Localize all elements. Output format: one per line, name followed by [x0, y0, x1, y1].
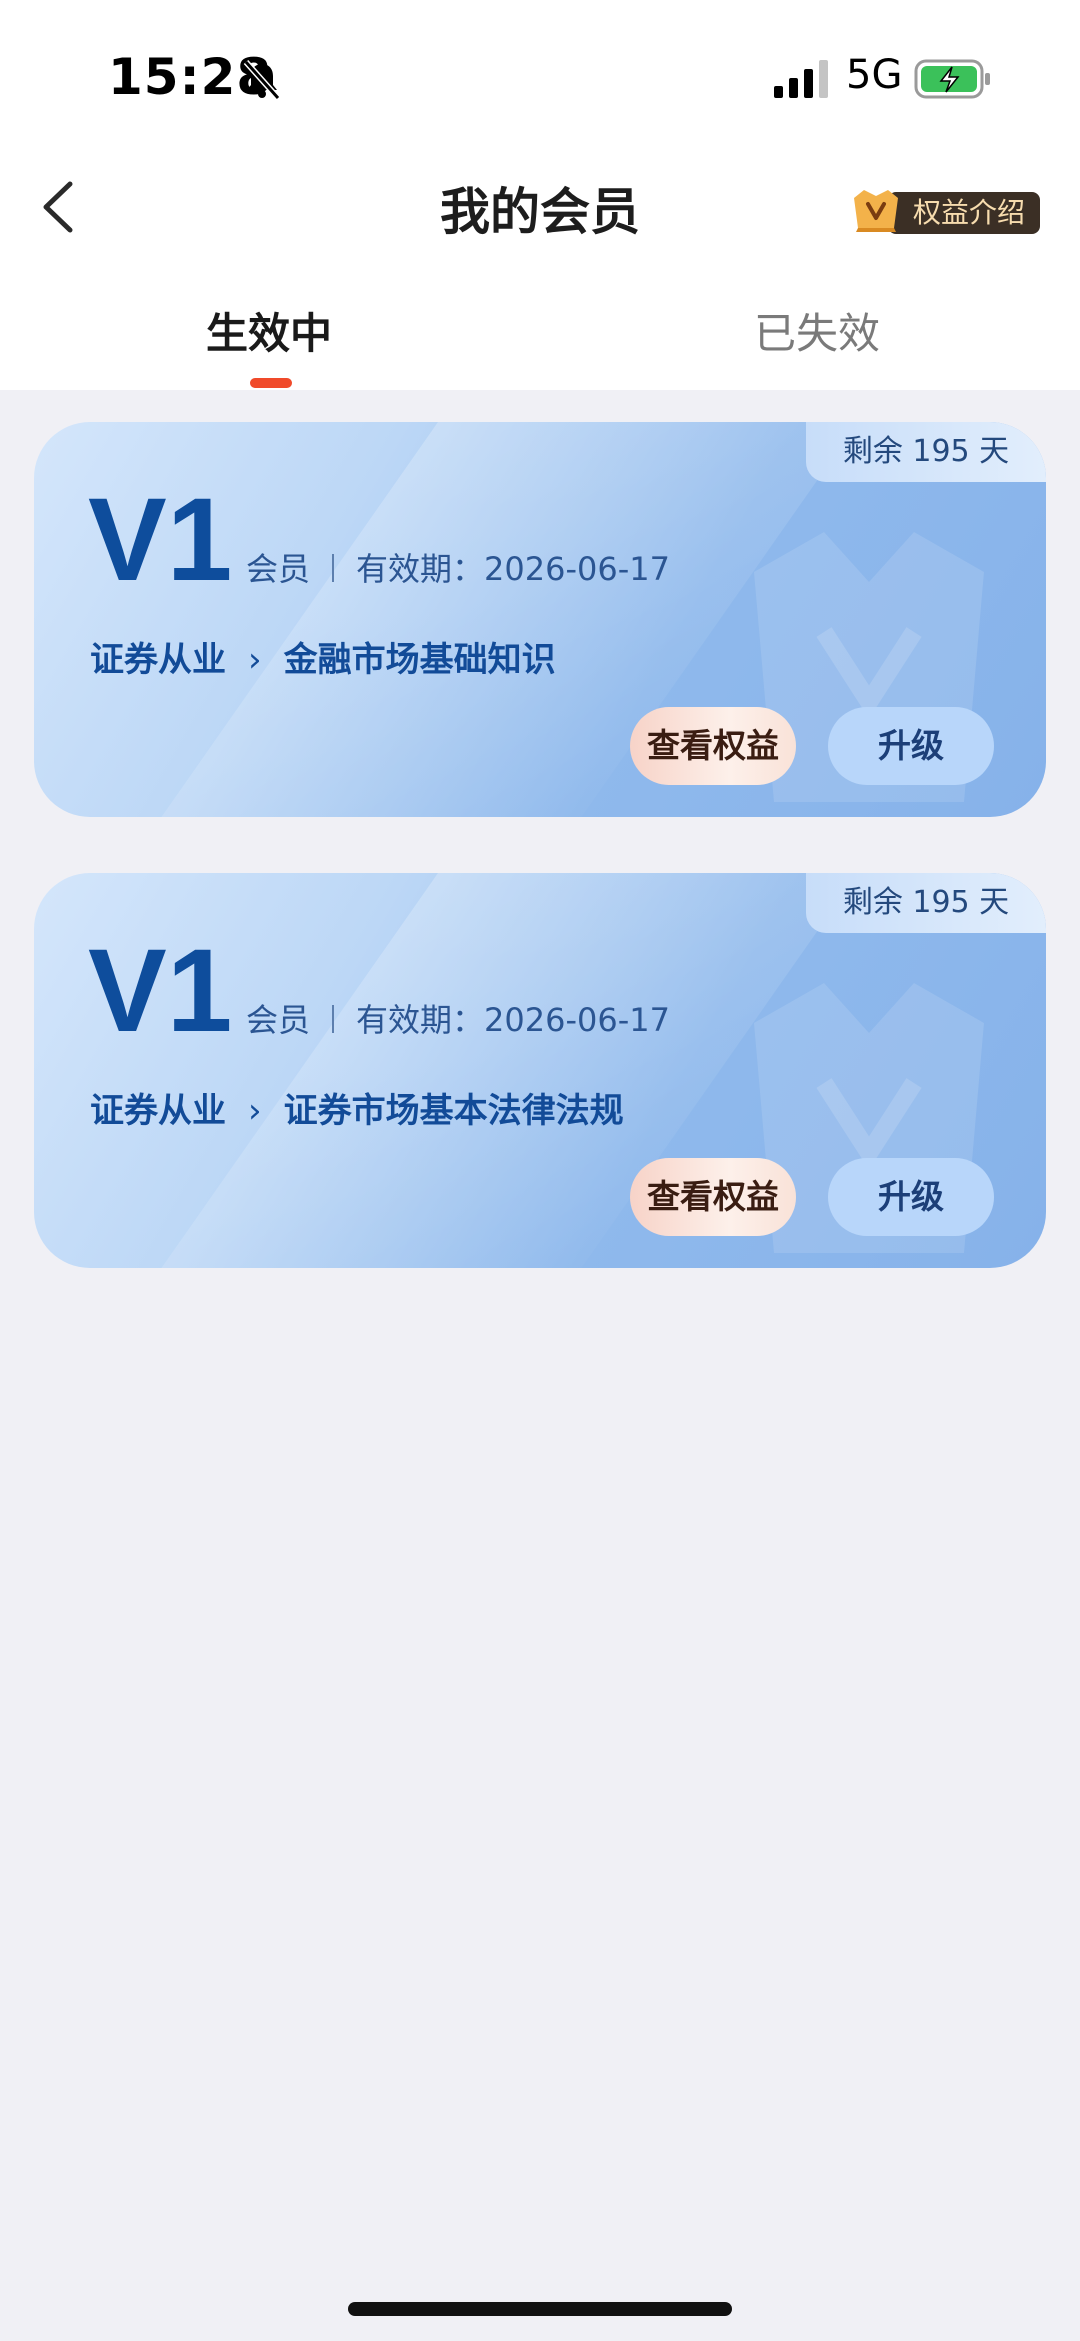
crown-icon	[854, 190, 898, 232]
course-subject: 证券市场基本法律法规	[283, 1091, 624, 1131]
course-category: 证券从业	[90, 1091, 226, 1131]
member-level: V1	[88, 925, 233, 1057]
membership-card: 剩余 195 天 V1 会员 有效期：2026-06-17 证券从业 › 金融市场基础…	[34, 422, 1046, 817]
remaining-days-badge: 剩余 195 天	[806, 422, 1046, 482]
course-category: 证券从业	[90, 640, 226, 680]
membership-card: 剩余 195 天 V1 会员 有效期：2026-06-17 证券从业 › 证券市场基本…	[34, 873, 1046, 1268]
validity-date: 有效期：2026-06-17	[356, 550, 670, 588]
upgrade-button[interactable]: 升级	[828, 1158, 994, 1236]
course-subject: 金融市场基础知识	[283, 640, 556, 680]
view-rights-button[interactable]: 查看权益	[630, 1158, 796, 1236]
chevron-right-icon: ›	[248, 1091, 262, 1131]
tab-active[interactable]: 生效中	[206, 300, 332, 361]
network-label: 5G	[846, 52, 903, 98]
tab-expired[interactable]: 已失效	[754, 300, 880, 361]
remaining-days-badge: 剩余 195 天	[806, 873, 1046, 933]
signal-icon	[774, 60, 828, 98]
status-bar: 15:28 5G	[0, 0, 1080, 150]
view-rights-button[interactable]: 查看权益	[630, 707, 796, 785]
benefits-intro-label: 权益介绍	[888, 192, 1040, 234]
member-level: V1	[88, 474, 233, 606]
course-path: 证券从业 › 金融市场基础知识	[90, 632, 556, 681]
chevron-right-icon: ›	[248, 640, 262, 680]
battery-charging-icon	[914, 59, 990, 99]
home-indicator	[348, 2302, 732, 2316]
benefits-intro-button[interactable]: 权益介绍	[848, 184, 1040, 236]
member-meta: 会员 有效期：2026-06-17	[246, 544, 670, 590]
member-type: 会员	[246, 550, 311, 588]
divider	[332, 1005, 335, 1033]
upgrade-button[interactable]: 升级	[828, 707, 994, 785]
tab-indicator	[250, 378, 292, 388]
member-type: 会员	[246, 1001, 311, 1039]
divider	[332, 554, 335, 582]
member-meta: 会员 有效期：2026-06-17	[246, 995, 670, 1041]
validity-date: 有效期：2026-06-17	[356, 1001, 670, 1039]
course-path: 证券从业 › 证券市场基本法律法规	[90, 1083, 624, 1132]
bell-muted-icon	[243, 60, 281, 100]
